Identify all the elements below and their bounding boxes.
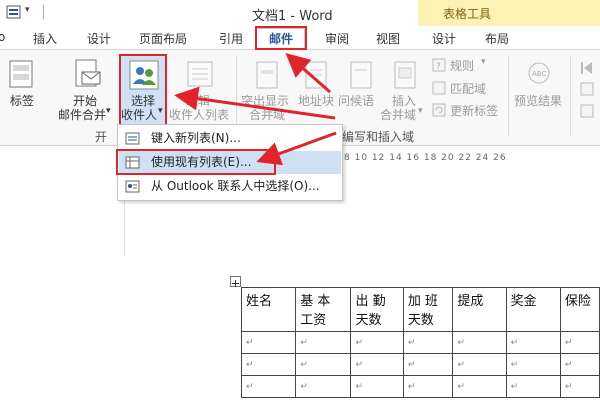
- arrow-to-select-recipients: [174, 86, 336, 120]
- arrow-to-mailings-tab: [285, 53, 331, 94]
- annotation-arrows: [174, 53, 337, 166]
- arrow-to-use-existing-list: [256, 131, 337, 166]
